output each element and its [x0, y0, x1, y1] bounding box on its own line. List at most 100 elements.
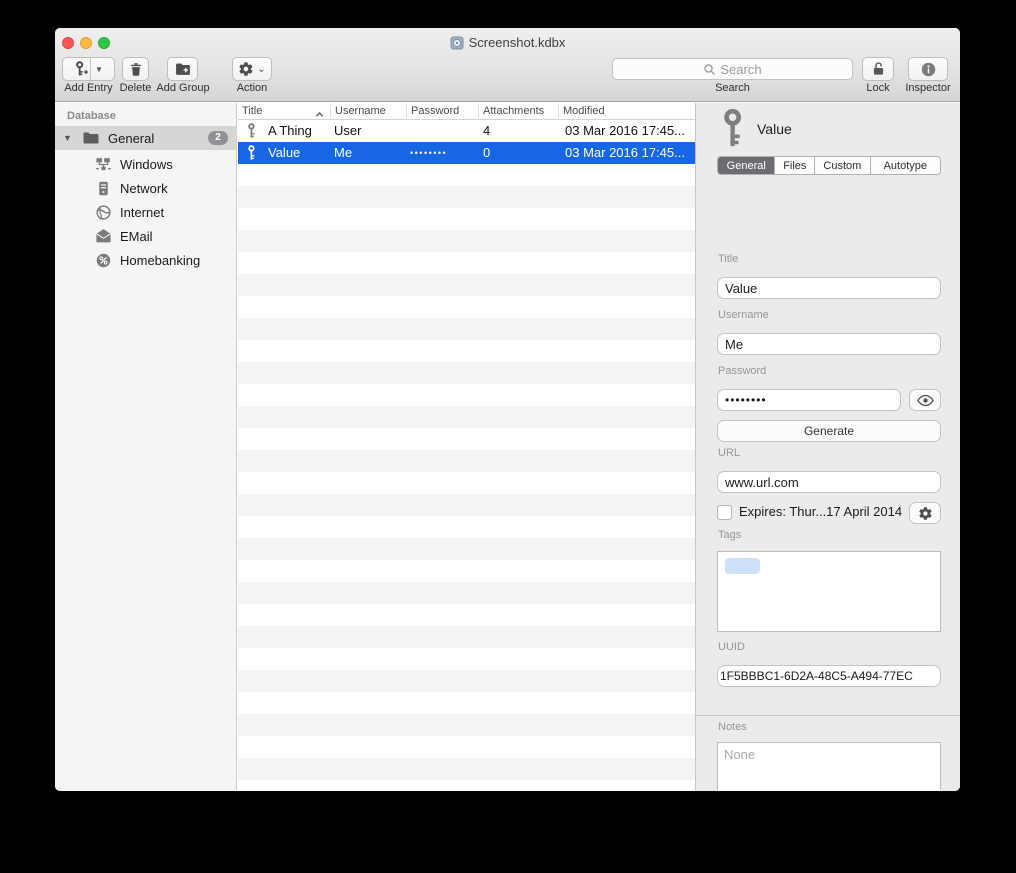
chevron-down-icon: ⌄	[257, 64, 265, 75]
column-header-title[interactable]: Title	[238, 103, 331, 120]
password-field[interactable]	[717, 389, 901, 411]
group-sidebar: Database ▼ General 2 Windows	[55, 103, 237, 791]
delete-button[interactable]	[122, 57, 149, 81]
uuid-label: UUID	[718, 641, 745, 653]
add-entry-button[interactable]: ▼	[62, 57, 115, 81]
entry-table: Title Username Password Attachments Modi…	[238, 103, 695, 791]
url-field[interactable]	[717, 471, 941, 493]
table-row[interactable]: A Thing User 4 03 Mar 2016 17:45...	[238, 120, 695, 142]
cell-password	[410, 120, 478, 142]
sidebar-item-label: Windows	[120, 157, 173, 172]
table-row-empty	[238, 362, 695, 384]
search-input[interactable]: Search	[612, 58, 853, 80]
show-password-button[interactable]	[909, 389, 941, 411]
cell-modified: 03 Mar 2016 17:45...	[565, 142, 695, 164]
username-label: Username	[718, 309, 769, 321]
username-field[interactable]	[717, 333, 941, 355]
tab-files[interactable]: Files	[775, 157, 815, 174]
title-label: Title	[718, 253, 738, 265]
sidebar-item-label: Internet	[120, 205, 164, 220]
expires-settings-button[interactable]	[909, 502, 941, 524]
inspector-entry-title: Value	[757, 121, 792, 137]
table-row-empty	[238, 428, 695, 450]
desktop: Screenshot.kdbx ▼ Add Entry Delete	[0, 0, 1016, 873]
table-row-empty	[238, 494, 695, 516]
table-row-empty	[238, 340, 695, 362]
cell-attachments: 0	[483, 142, 557, 164]
tags-field[interactable]	[717, 551, 941, 632]
column-header-password[interactable]: Password	[407, 103, 479, 120]
action-button[interactable]: ⌄	[232, 57, 272, 81]
cell-title: A Thing	[268, 120, 330, 142]
tab-custom[interactable]: Custom	[815, 157, 871, 174]
action-label: Action	[227, 82, 277, 94]
table-row-empty	[238, 230, 695, 252]
notes-field[interactable]	[717, 742, 941, 791]
sidebar-item-windows[interactable]: Windows	[55, 152, 237, 176]
expires-label: Expires: Thur...17 April 2014	[739, 504, 902, 519]
password-label: Password	[718, 365, 766, 377]
column-header-attachments[interactable]: Attachments	[479, 103, 559, 120]
inspector-panel: Value General Files Custom Autotype Titl…	[695, 103, 960, 791]
sidebar-item-general[interactable]: ▼ General 2	[55, 126, 237, 150]
add-group-button[interactable]	[167, 57, 198, 81]
uuid-field[interactable]	[717, 665, 941, 687]
search-label: Search	[612, 82, 853, 94]
percent-coin-icon	[95, 252, 112, 269]
table-row-empty	[238, 780, 695, 791]
sidebar-item-network[interactable]: Network	[55, 176, 237, 200]
disclosure-triangle-icon[interactable]: ▼	[63, 133, 73, 143]
folder-icon	[82, 130, 100, 146]
expires-checkbox[interactable]	[717, 505, 732, 520]
sort-ascending-icon	[315, 107, 324, 120]
table-row-empty	[238, 648, 695, 670]
table-row-selected[interactable]: Value Me •••••••• 0 03 Mar 2016 17:45...	[238, 142, 695, 164]
generate-button[interactable]: Generate	[717, 420, 941, 442]
content-area: Database ▼ General 2 Windows	[55, 103, 960, 791]
table-row-empty	[238, 758, 695, 780]
table-row-empty	[238, 186, 695, 208]
windows-network-icon	[95, 156, 112, 173]
window-title: Screenshot.kdbx	[55, 35, 960, 53]
lock-button[interactable]	[862, 57, 894, 81]
column-header-modified[interactable]: Modified	[559, 103, 695, 120]
cell-attachments: 4	[483, 120, 557, 142]
cell-modified: 03 Mar 2016 17:45...	[565, 120, 695, 142]
table-row-empty	[238, 164, 695, 186]
tag-token[interactable]	[725, 558, 760, 574]
sidebar-item-label: EMail	[120, 229, 153, 244]
unlocked-padlock-icon	[870, 60, 887, 78]
table-row-empty	[238, 406, 695, 428]
expires-row: Expires: Thur...17 April 2014	[717, 502, 941, 524]
sidebar-item-label: Network	[120, 181, 168, 196]
search-placeholder: Search	[720, 62, 761, 77]
table-row-empty	[238, 472, 695, 494]
sidebar-item-email[interactable]: EMail	[55, 224, 237, 248]
tab-autotype[interactable]: Autotype	[871, 157, 940, 174]
title-field[interactable]	[717, 277, 941, 299]
entry-key-icon	[720, 109, 748, 149]
inspector-button[interactable]	[908, 57, 948, 81]
section-divider	[696, 715, 960, 716]
tab-general[interactable]: General	[718, 157, 775, 174]
add-entry-dropdown-arrow-icon[interactable]: ▼	[91, 65, 107, 74]
table-row-empty	[238, 296, 695, 318]
inspector-tabs: General Files Custom Autotype	[717, 156, 941, 175]
table-row-empty	[238, 450, 695, 472]
table-row-empty	[238, 670, 695, 692]
server-icon	[95, 180, 112, 197]
table-row-empty	[238, 692, 695, 714]
sidebar-item-homebanking[interactable]: Homebanking	[55, 248, 237, 272]
cell-username: User	[334, 120, 406, 142]
envelope-icon	[95, 228, 112, 245]
table-row-empty	[238, 626, 695, 648]
table-row-empty	[238, 538, 695, 560]
sidebar-item-label: General	[108, 131, 208, 146]
sidebar-section-header: Database	[67, 110, 116, 122]
sidebar-item-internet[interactable]: Internet	[55, 200, 237, 224]
app-window: Screenshot.kdbx ▼ Add Entry Delete	[55, 28, 960, 791]
url-label: URL	[718, 447, 740, 459]
column-header-username[interactable]: Username	[331, 103, 407, 120]
key-icon	[246, 145, 258, 161]
key-icon	[246, 123, 258, 139]
